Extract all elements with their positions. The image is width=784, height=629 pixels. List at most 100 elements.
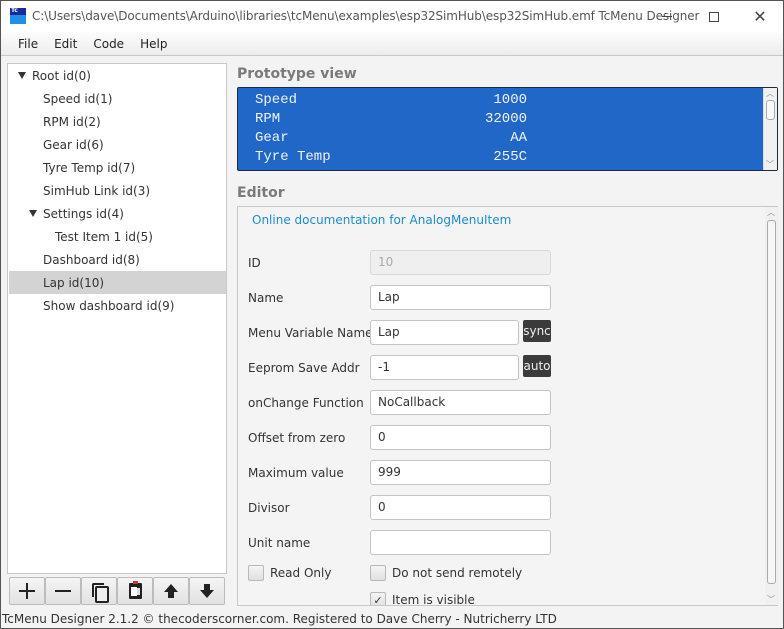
name-field[interactable]: Lap: [370, 285, 551, 310]
add-item-button[interactable]: [9, 577, 45, 605]
tree-item[interactable]: Test Item 1 id(5): [9, 225, 226, 248]
title-bar: Tc C:\Users\dave\Documents\Arduino\libra…: [1, 1, 783, 32]
move-up-button[interactable]: [153, 577, 189, 605]
close-button[interactable]: ✕: [737, 1, 783, 32]
prototype-view-title: Prototype view: [237, 66, 357, 82]
expand-arrow-icon[interactable]: [18, 72, 26, 79]
tree-toolbar: [9, 577, 225, 605]
scroll-up-icon[interactable]: ︿: [767, 207, 775, 218]
tree-item[interactable]: Tyre Temp id(7): [9, 156, 226, 179]
tree-item[interactable]: Show dashboard id(9): [9, 294, 226, 317]
prototype-row: Speed 1000: [255, 92, 527, 111]
checkbox-box[interactable]: [370, 565, 386, 581]
plus-icon: [19, 583, 35, 599]
scroll-down-icon[interactable]: ﹀: [767, 594, 775, 605]
unit-name-label: Unit name: [248, 536, 311, 550]
tree-item-label: Show dashboard id(9): [43, 298, 175, 313]
auto-button[interactable]: auto: [523, 355, 551, 377]
divisor-label: Divisor: [248, 501, 290, 515]
close-icon: ✕: [753, 7, 767, 26]
menu-tree[interactable]: Root id(0) Speed id(1) RPM id(2) Gear id(6)…: [7, 63, 227, 574]
prototype-row-value: 255C: [493, 149, 527, 165]
minus-icon: [55, 590, 71, 592]
name-label: Name: [248, 291, 284, 305]
id-label: ID: [248, 256, 261, 270]
copy-item-button[interactable]: [81, 577, 117, 605]
prototype-row-value: 32000: [484, 111, 527, 127]
app-logo-icon: Tc: [10, 7, 26, 24]
tree-item[interactable]: SimHub Link id(3): [9, 179, 226, 202]
expand-arrow-icon[interactable]: [29, 210, 37, 217]
tree-item-label: Gear id(6): [43, 137, 104, 152]
menu-help[interactable]: Help: [132, 37, 175, 51]
tree-item[interactable]: RPM id(2): [9, 110, 226, 133]
checkmark-icon: ✓: [373, 593, 383, 606]
prototype-scrollbar[interactable]: ︿ ﹀: [763, 88, 777, 170]
variable-name-label: Menu Variable Name: [248, 326, 373, 340]
sync-button[interactable]: sync: [523, 320, 551, 342]
maximize-button[interactable]: [691, 1, 737, 32]
id-field: 10: [370, 250, 551, 275]
menu-code[interactable]: Code: [85, 37, 132, 51]
move-down-button[interactable]: [189, 577, 225, 605]
max-value-field[interactable]: 999: [370, 460, 551, 485]
documentation-link[interactable]: Online documentation for AnalogMenuItem: [252, 213, 511, 227]
copy-icon: [92, 583, 109, 603]
prototype-row-name: Gear: [255, 130, 289, 146]
scroll-up-icon[interactable]: ︿: [766, 88, 774, 99]
prototype-view: Speed 1000 RPM 32000 Gear AA Tyre Temp 2…: [237, 87, 778, 171]
app-window: Tc C:\Users\dave\Documents\Arduino\libra…: [0, 0, 784, 629]
visible-label: Item is visible: [392, 593, 475, 606]
tree-item-label: Test Item 1 id(5): [55, 229, 153, 244]
eeprom-label: Eeprom Save Addr: [248, 361, 360, 375]
scroll-down-icon[interactable]: ﹀: [766, 159, 774, 170]
arrow-down-icon: [200, 584, 214, 598]
eeprom-field[interactable]: -1: [370, 355, 519, 380]
prototype-row-value: 1000: [493, 92, 527, 108]
on-change-field[interactable]: NoCallback: [370, 390, 551, 415]
tree-item[interactable]: Dashboard id(8): [9, 248, 226, 271]
tree-item-label: Dashboard id(8): [43, 252, 140, 267]
tree-item[interactable]: Root id(0): [9, 64, 226, 87]
checkbox-box[interactable]: ✓: [370, 592, 386, 606]
prototype-row-name: Speed: [255, 92, 298, 108]
tree-item[interactable]: Gear id(6): [9, 133, 226, 156]
menu-file[interactable]: File: [10, 37, 46, 51]
read-only-label: Read Only: [270, 566, 332, 580]
arrow-up-icon: [164, 584, 178, 598]
window-title: C:\Users\dave\Documents\Arduino\librarie…: [32, 9, 700, 23]
tree-item-label: Settings id(4): [43, 206, 124, 221]
tree-item-label: SimHub Link id(3): [43, 183, 151, 198]
minimize-icon: [662, 16, 672, 17]
tree-item-label: Root id(0): [32, 68, 91, 83]
tree-item-label: Lap id(10): [43, 275, 105, 290]
minimize-button[interactable]: [644, 1, 690, 32]
tree-item-label: Speed id(1): [43, 91, 113, 106]
remove-item-button[interactable]: [45, 577, 81, 605]
tree-item[interactable]: Speed id(1): [9, 87, 226, 110]
tree-item[interactable]: Lap id(10): [9, 271, 226, 294]
scrollbar-thumb[interactable]: [767, 220, 776, 584]
checkbox-box[interactable]: [248, 565, 264, 581]
paste-icon: [128, 581, 142, 599]
tree-item-label: Tyre Temp id(7): [43, 160, 136, 175]
editor-panel: Online documentation for AnalogMenuItem …: [237, 206, 778, 606]
divisor-field[interactable]: 0: [370, 495, 551, 520]
tree-item[interactable]: Settings id(4): [9, 202, 226, 225]
menu-edit[interactable]: Edit: [46, 37, 85, 51]
maximize-icon: [709, 11, 719, 22]
prototype-row: Tyre Temp 255C: [255, 149, 527, 168]
paste-item-button[interactable]: [117, 577, 153, 605]
visible-checkbox[interactable]: ✓ Item is visible: [370, 592, 475, 606]
prototype-row-value: AA: [510, 130, 527, 146]
editor-scrollbar[interactable]: ︿ ﹀: [765, 207, 779, 605]
prototype-row: RPM 32000: [255, 111, 527, 130]
no-remote-checkbox[interactable]: Do not send remotely: [370, 565, 522, 581]
variable-name-field[interactable]: Lap: [370, 320, 519, 345]
prototype-row-name: Tyre Temp: [255, 149, 331, 165]
prototype-row: Gear AA: [255, 130, 527, 149]
offset-field[interactable]: 0: [370, 425, 551, 450]
unit-name-field[interactable]: [370, 530, 551, 555]
read-only-checkbox[interactable]: Read Only: [248, 565, 331, 581]
scrollbar-thumb[interactable]: [766, 100, 775, 120]
